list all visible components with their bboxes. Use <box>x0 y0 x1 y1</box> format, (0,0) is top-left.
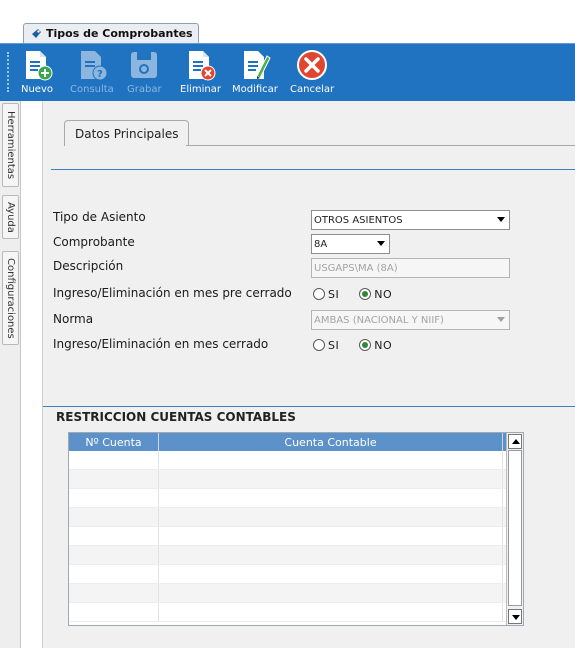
tab-datos-principales-label: Datos Principales <box>75 126 179 141</box>
norma-label: Norma <box>53 312 94 326</box>
chevron-down-icon <box>377 241 385 246</box>
radio-button[interactable] <box>313 339 325 351</box>
document-tabstrip: Tipos de Comprobantes <box>0 20 575 43</box>
tab-divider <box>186 145 575 146</box>
column-header-cuenta-contable[interactable]: Cuenta Contable <box>159 433 503 451</box>
form-panel: Datos Principales Tipo de Asiento OTROS … <box>42 101 575 648</box>
scroll-up-icon[interactable] <box>508 434 522 449</box>
tipo-asiento-label: Tipo de Asiento <box>53 210 146 224</box>
restricciones-title: RESTRICCION CUENTAS CONTABLES <box>56 410 296 424</box>
side-tab-label: Ayuda <box>5 201 16 233</box>
norma-select[interactable]: AMBAS (NACIONAL Y NIIF) <box>311 310 510 330</box>
delete-document-icon <box>189 51 216 81</box>
table-row[interactable] <box>69 508 523 527</box>
edit-document-icon <box>243 51 271 79</box>
side-tab-label: Herramientas <box>5 110 16 180</box>
cuentas-grid[interactable]: Nº Cuenta Cuenta Contable <box>68 432 524 626</box>
radio-button-selected[interactable] <box>359 288 372 300</box>
table-row[interactable] <box>69 489 523 508</box>
grid-vertical-scrollbar[interactable] <box>506 433 523 625</box>
radio-label: NO <box>374 338 393 352</box>
grid-header: Nº Cuenta Cuenta Contable <box>69 433 523 451</box>
pre-cerrado-si[interactable]: SI <box>313 288 339 301</box>
save-button[interactable]: Grabar <box>127 48 162 95</box>
query-document-icon: ? <box>80 51 108 81</box>
radio-label: SI <box>328 338 340 352</box>
radio-button-selected[interactable] <box>359 339 372 351</box>
tipo-asiento-select[interactable]: OTROS ASIENTOS <box>311 210 510 230</box>
section-separator <box>51 169 575 170</box>
comprobante-select[interactable]: 8A <box>311 234 390 254</box>
table-row[interactable] <box>69 546 523 565</box>
cerrado-si[interactable]: SI <box>313 339 339 352</box>
cancel-button-label: Cancelar <box>290 84 335 95</box>
radio-label: SI <box>328 287 340 301</box>
restricciones-separator <box>43 406 575 407</box>
save-disk-icon <box>131 52 158 78</box>
pre-cerrado-label: Ingreso/Eliminación en mes pre cerrado <box>53 286 292 300</box>
query-button[interactable]: ? Consulta <box>70 48 114 95</box>
scrollbar-thumb[interactable] <box>508 450 522 606</box>
descripcion-label: Descripción <box>53 259 124 273</box>
table-row[interactable] <box>69 584 523 603</box>
table-row[interactable] <box>69 451 523 470</box>
document-tab-title: Tipos de Comprobantes <box>46 27 193 40</box>
side-panel: Herramientas Ayuda Configuraciones <box>0 101 21 648</box>
table-row[interactable] <box>69 565 523 584</box>
scroll-down-icon[interactable] <box>508 609 522 624</box>
descripcion-value: USGAPS\MA (8A) <box>314 262 398 274</box>
modify-button[interactable]: Modificar <box>232 48 278 95</box>
cerrado-label: Ingreso/Eliminación en mes cerrado <box>53 337 269 351</box>
main-toolbar: Nuevo ? Consulta Grabar Eliminar Modific… <box>0 43 575 101</box>
cerrado-radio-group: SI NO <box>313 336 412 354</box>
tipo-asiento-value: OTROS ASIENTOS <box>314 214 403 226</box>
comprobante-value: 8A <box>314 238 328 250</box>
table-row[interactable] <box>69 603 523 622</box>
side-tab-ayuda[interactable]: Ayuda <box>2 195 19 239</box>
main-content: Datos Principales Tipo de Asiento OTROS … <box>22 101 575 648</box>
radio-button[interactable] <box>313 288 325 300</box>
new-button-label: Nuevo <box>20 84 53 95</box>
comprobante-label: Comprobante <box>53 235 135 249</box>
pre-cerrado-radio-group: SI NO <box>313 285 412 303</box>
modify-button-label: Modificar <box>232 84 278 95</box>
side-tab-configuraciones[interactable]: Configuraciones <box>2 251 19 345</box>
table-row[interactable] <box>69 470 523 489</box>
document-tab[interactable]: Tipos de Comprobantes <box>23 23 199 43</box>
tab-datos-principales[interactable]: Datos Principales <box>64 120 190 146</box>
side-tab-herramientas[interactable]: Herramientas <box>2 103 19 187</box>
new-button[interactable]: Nuevo <box>20 48 54 95</box>
cerrado-no[interactable]: NO <box>359 339 392 352</box>
query-button-label: Consulta <box>70 84 114 95</box>
cancel-icon <box>297 50 328 80</box>
descripcion-field[interactable]: USGAPS\MA (8A) <box>311 258 510 278</box>
radio-label: NO <box>374 287 393 301</box>
cancel-button[interactable]: Cancelar <box>290 48 334 95</box>
save-button-label: Grabar <box>127 84 162 95</box>
pin-icon <box>32 29 41 38</box>
chevron-down-icon <box>497 217 505 222</box>
chevron-down-icon <box>497 317 505 322</box>
delete-button[interactable]: Eliminar <box>180 48 221 95</box>
grid-body <box>69 451 523 622</box>
side-tab-label: Configuraciones <box>5 257 16 339</box>
table-row[interactable] <box>69 527 523 546</box>
delete-button-label: Eliminar <box>180 84 221 95</box>
new-document-icon <box>26 51 53 81</box>
pre-cerrado-no[interactable]: NO <box>359 288 392 301</box>
column-header-numero-cuenta[interactable]: Nº Cuenta <box>69 433 159 451</box>
svg-text:?: ? <box>97 69 103 80</box>
norma-value: AMBAS (NACIONAL Y NIIF) <box>314 314 444 326</box>
toolbar-grip[interactable] <box>7 52 11 92</box>
